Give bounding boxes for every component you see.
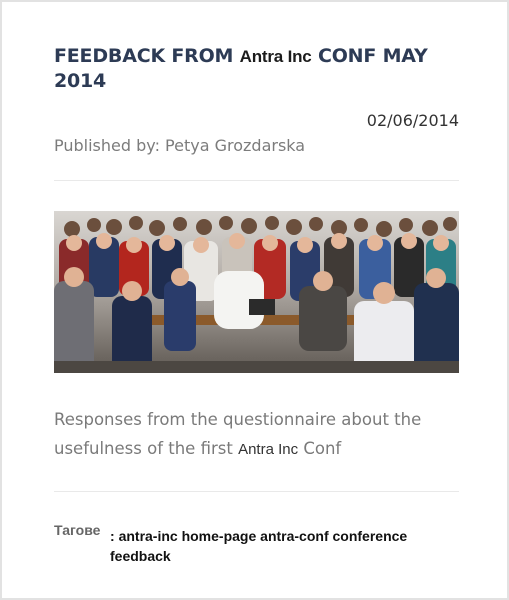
- group-photo-image: [54, 211, 459, 373]
- published-by: Published by: Petya Grozdarska: [54, 136, 306, 155]
- article-card: FEEDBACK FROM Antra Inc CONF MAY 2014 02…: [0, 0, 509, 600]
- tag-link[interactable]: antra-inc: [119, 528, 178, 544]
- publish-date: 02/06/2014: [366, 111, 459, 130]
- tag-link[interactable]: conference: [333, 528, 408, 544]
- article-body: FEEDBACK FROM Antra Inc CONF MAY 2014 02…: [54, 44, 459, 566]
- divider: [54, 180, 459, 181]
- tag-link[interactable]: antra-conf: [260, 528, 328, 544]
- title-brand[interactable]: Antra Inc: [240, 47, 312, 66]
- divider: [54, 491, 459, 492]
- summary-brand: Antra Inc: [238, 441, 299, 458]
- tag-list: : antra-inc home-page antra-conf confere…: [110, 528, 408, 564]
- article-title[interactable]: FEEDBACK FROM Antra Inc CONF MAY 2014: [54, 44, 459, 93]
- summary-text-end: Conf: [298, 439, 342, 458]
- article-photo[interactable]: [54, 211, 459, 373]
- article-summary: Responses from the questionnaire about t…: [54, 405, 459, 464]
- tags-section: Тагове : antra-inc home-page antra-conf …: [54, 522, 459, 566]
- tag-link[interactable]: home-page: [182, 528, 257, 544]
- tags-label: Тагове: [54, 522, 101, 538]
- title-text-start[interactable]: FEEDBACK FROM: [54, 45, 240, 67]
- tag-link[interactable]: feedback: [110, 548, 171, 564]
